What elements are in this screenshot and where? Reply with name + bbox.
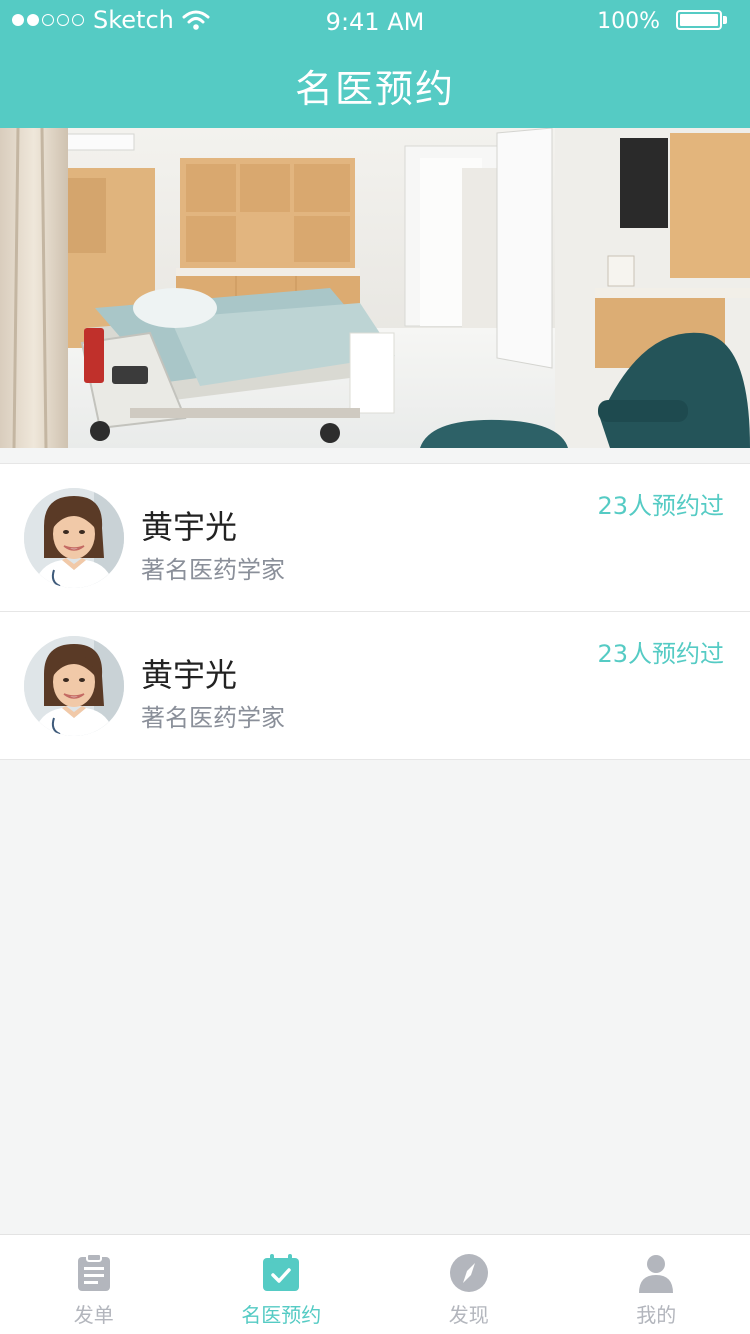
tab-profile[interactable]: 我的 bbox=[563, 1235, 750, 1334]
compass-icon bbox=[449, 1254, 488, 1292]
tab-doctor-booking[interactable]: 名医预约 bbox=[188, 1235, 376, 1334]
app-header: Sketch 9:41 AM 100% 名医预约 bbox=[0, 0, 750, 128]
doctor-avatar bbox=[24, 488, 124, 588]
tab-label: 我的 bbox=[636, 1303, 677, 1327]
doctor-list: 黄宇光 著名医药学家 23人预约过 黄宇光 著名医药学家 23人预约过 bbox=[0, 463, 750, 760]
doctor-list-item[interactable]: 黄宇光 著名医药学家 23人预约过 bbox=[0, 464, 750, 612]
battery-icon bbox=[676, 10, 722, 30]
clipboard-icon bbox=[77, 1253, 110, 1291]
page-title: 名医预约 bbox=[294, 67, 455, 111]
banner-image[interactable] bbox=[0, 128, 750, 448]
battery-percentage: 100% bbox=[597, 9, 660, 34]
tab-discover[interactable]: 发现 bbox=[375, 1235, 563, 1334]
bottom-tab-bar: 发单 名医预约 发现 我的 bbox=[0, 1234, 750, 1334]
battery-tip bbox=[723, 16, 727, 24]
doctor-list-item[interactable]: 黄宇光 著名医药学家 23人预约过 bbox=[0, 612, 750, 760]
tab-label: 名医预约 bbox=[241, 1303, 322, 1327]
doctor-title: 著名医药学家 bbox=[141, 704, 285, 732]
doctor-title: 著名医药学家 bbox=[141, 556, 285, 584]
calendar-check-icon bbox=[263, 1254, 300, 1291]
tab-label: 发单 bbox=[73, 1303, 114, 1327]
doctor-avatar bbox=[24, 636, 124, 736]
doctor-name: 黄宇光 bbox=[141, 508, 238, 546]
booking-count: 23人预约过 bbox=[597, 492, 724, 520]
tab-label: 发现 bbox=[448, 1303, 489, 1327]
doctor-portrait-icon bbox=[24, 636, 124, 736]
tab-orders[interactable]: 发单 bbox=[0, 1235, 188, 1334]
hospital-room-illustration bbox=[0, 128, 750, 448]
user-icon bbox=[639, 1255, 674, 1293]
booking-count: 23人预约过 bbox=[597, 640, 724, 668]
status-bar: Sketch 9:41 AM 100% bbox=[0, 0, 750, 40]
doctor-name: 黄宇光 bbox=[141, 656, 238, 694]
doctor-portrait-icon bbox=[24, 488, 124, 588]
